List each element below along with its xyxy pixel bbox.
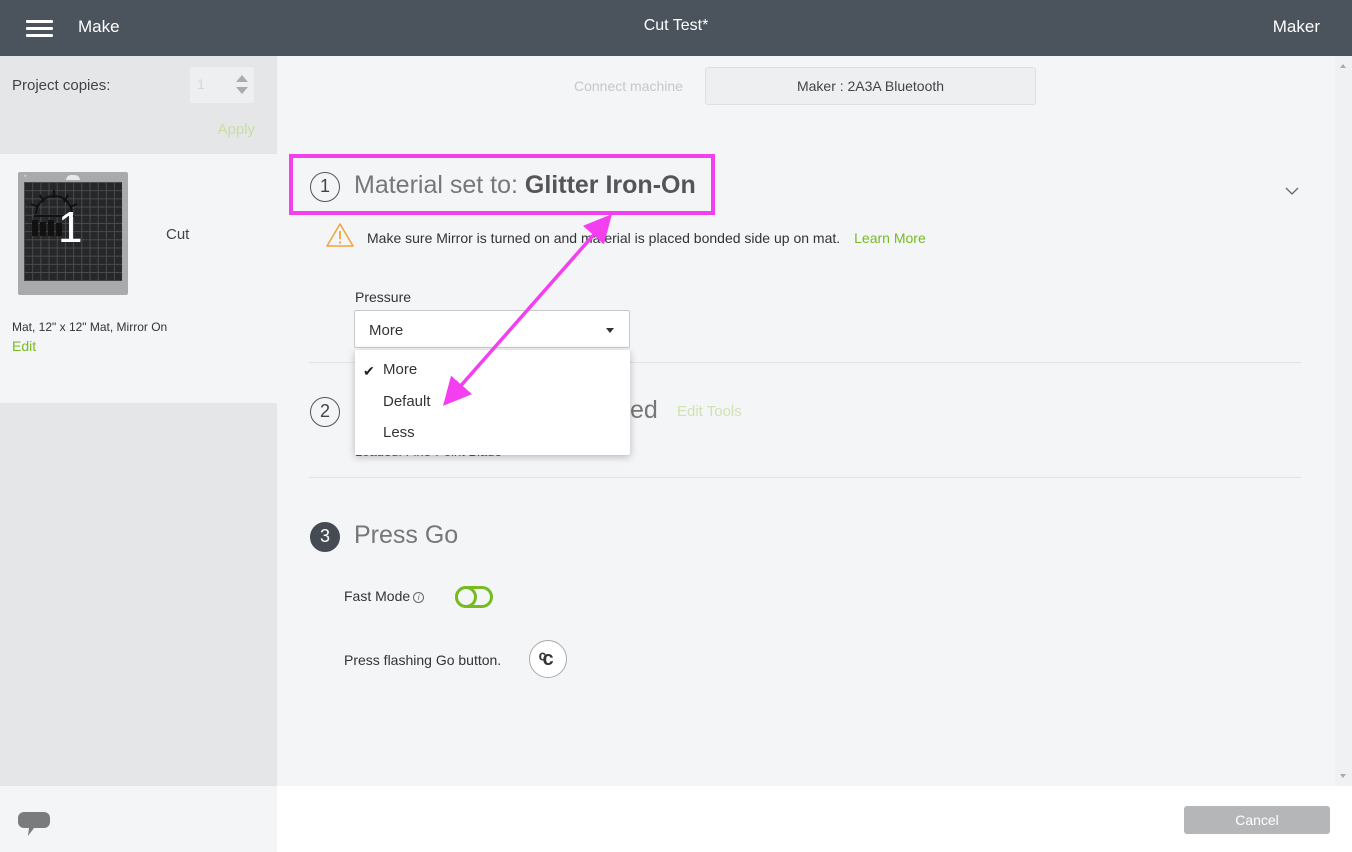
mat-action-label: Cut <box>166 226 190 243</box>
increment-arrow-icon[interactable] <box>236 75 248 82</box>
pressure-select[interactable]: More <box>354 310 630 348</box>
mat-notch <box>66 175 80 180</box>
step-3-title: Press Go <box>354 521 459 549</box>
warning-icon <box>326 223 354 247</box>
step-3-number: 3 <box>310 522 340 552</box>
chevron-down-icon[interactable] <box>1285 184 1299 198</box>
scroll-up-arrow-icon[interactable] <box>1340 64 1346 68</box>
project-copies-label: Project copies: <box>12 77 111 94</box>
project-title: Cut Test* <box>643 17 709 34</box>
edit-tools-link[interactable]: Edit Tools <box>677 403 742 420</box>
pressure-option-default[interactable]: Default <box>383 393 431 410</box>
annotation-highlight-box <box>289 154 715 215</box>
fast-mode-toggle[interactable] <box>455 586 493 608</box>
fast-mode-text: Fast Mode <box>344 588 411 604</box>
caret-down-icon <box>606 328 614 333</box>
step-2-number: 2 <box>310 397 340 427</box>
machine-select-button[interactable]: Maker : 2A3A Bluetooth <box>705 67 1036 105</box>
apply-button[interactable]: Apply <box>217 121 255 138</box>
sidebar-footer <box>0 786 277 852</box>
pressure-option-less[interactable]: Less <box>383 424 415 441</box>
pressure-selected-value: More <box>369 322 404 339</box>
learn-more-link[interactable]: Learn More <box>854 230 926 246</box>
bottom-bar: Cancel <box>277 786 1352 852</box>
pressure-label: Pressure <box>355 289 412 305</box>
main-scrollbar[interactable] <box>1335 56 1352 786</box>
mat-brand-mark: ▪▪ <box>24 173 27 178</box>
section-divider <box>309 477 1301 478</box>
cricut-go-icon: ͨc <box>529 640 567 678</box>
connect-machine-label: Connect machine <box>574 78 683 94</box>
project-copies-value[interactable]: 1 <box>197 76 205 92</box>
sidebar: Project copies: 1 Apply ▪▪ 1 Cut Mat, 12… <box>0 56 277 786</box>
fast-mode-label: Fast Mode i <box>344 588 425 604</box>
mat-description: Mat, 12" x 12" Mat, Mirror On <box>12 320 168 334</box>
mat-card: ▪▪ 1 Cut Mat, 12" x 12" Mat, Mirror On E… <box>0 154 277 403</box>
step-2-title: ed <box>630 396 658 424</box>
stepper-arrows <box>230 67 254 103</box>
project-copies-panel: Project copies: 1 Apply <box>0 56 277 154</box>
mat-number: 1 <box>58 203 83 252</box>
decrement-arrow-icon[interactable] <box>236 87 248 94</box>
project-copies-stepper[interactable]: 1 <box>190 67 254 103</box>
speech-bubble-icon[interactable] <box>18 810 50 838</box>
scroll-down-arrow-icon[interactable] <box>1340 774 1346 778</box>
pressure-option-more[interactable]: More <box>383 361 417 378</box>
edit-mat-link[interactable]: Edit <box>12 338 36 354</box>
machine-type-label[interactable]: Maker <box>1273 17 1320 37</box>
mirror-warning: Make sure Mirror is turned on and materi… <box>367 230 926 246</box>
checkmark-icon: ✔ <box>363 363 375 379</box>
toggle-knob <box>455 586 477 608</box>
warning-text: Make sure Mirror is turned on and materi… <box>367 230 841 246</box>
top-bar: Make Cut Test* Maker <box>0 0 1352 56</box>
go-instruction: Press flashing Go button. <box>344 652 502 668</box>
pressure-dropdown-menu: ✔ More Default Less <box>355 350 630 455</box>
mat-thumbnail[interactable]: ▪▪ 1 <box>18 172 128 295</box>
cancel-button[interactable]: Cancel <box>1184 806 1330 834</box>
info-icon[interactable]: i <box>413 591 425 603</box>
